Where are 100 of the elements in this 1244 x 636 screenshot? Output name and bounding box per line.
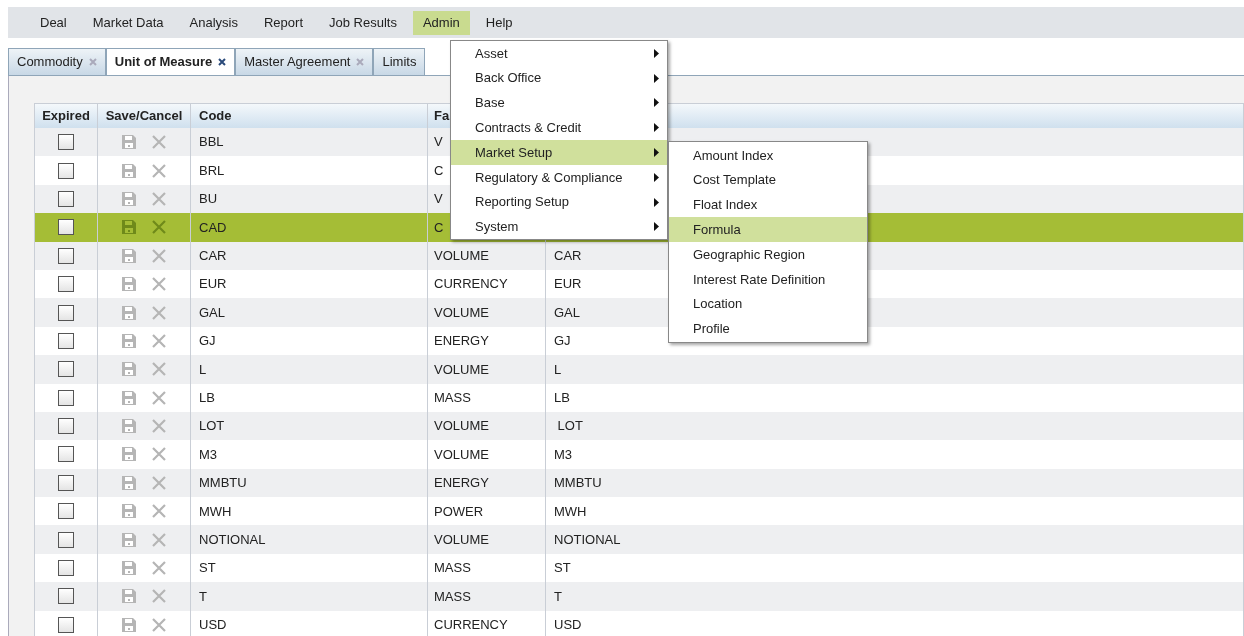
cancel-icon[interactable] [151,190,167,207]
table-row[interactable]: L VOLUME L [35,355,1243,384]
submenu-arrow-icon [654,222,659,232]
table-cell-text: V [434,133,443,152]
table-row[interactable]: MMBTU ENERGY MMBTU [35,468,1243,498]
table-cell-text: MMBTU [554,474,602,493]
table-cell-text: CURRENCY [434,616,508,635]
table-cell-text: VOLUME [434,247,489,265]
table-cell-text: EUR [199,275,227,294]
checkbox[interactable] [58,247,74,264]
menu-bar-item[interactable]: Job Results [319,10,407,35]
menu-bar-item[interactable]: Analysis [179,10,248,35]
menu-item[interactable]: Geographic Region [669,242,867,267]
cancel-icon[interactable] [151,389,167,406]
cancel-icon[interactable] [151,503,167,520]
menu-item[interactable]: Base [451,90,667,116]
table-cell-text: BRL [199,161,225,180]
submenu-arrow-icon [654,73,659,83]
table-cell-text: USD [199,616,227,635]
table-cell-text: GAL [199,303,225,322]
cancel-icon[interactable] [151,531,167,548]
cancel-icon[interactable] [151,332,167,349]
submenu-arrow-icon [654,98,659,108]
table-row[interactable]: NOTIONAL VOLUME NOTIONAL [35,525,1243,554]
table-cell-text: MASS [434,388,471,407]
menu-bar-item[interactable]: Market Data [82,10,174,35]
table-cell-text: MASS [434,559,471,578]
table-cell-text: LOT [556,417,583,436]
checkbox[interactable] [58,503,74,520]
menu-bar-item[interactable]: Report [254,10,313,35]
checkbox[interactable] [58,389,74,406]
tab[interactable]: Unit of Measure [105,48,236,75]
table-cell-text: CAR [199,247,227,265]
checkbox[interactable] [58,190,74,207]
checkbox[interactable] [58,276,74,293]
checkbox[interactable] [58,588,74,605]
submenu-arrow-icon [654,48,659,58]
menu-bar-item[interactable]: Help [475,10,523,35]
cancel-icon[interactable] [151,219,167,236]
table-cell-text: L [554,360,562,379]
cancel-icon[interactable] [151,304,167,321]
menu-item[interactable]: Market Setup [451,140,667,165]
cancel-icon[interactable] [151,474,167,491]
menu-item[interactable]: Back Office [451,65,667,91]
cancel-icon[interactable] [151,616,167,633]
table-cell-text: MMBTU [199,474,247,493]
cancel-icon[interactable] [151,361,167,378]
menu-item[interactable]: Cost Template [669,167,867,193]
checkbox[interactable] [58,560,74,577]
table-cell-text: GJ [199,332,216,351]
checkbox[interactable] [58,446,74,463]
menu-bar-item[interactable]: Deal [30,10,77,35]
checkbox[interactable] [58,474,74,491]
table-cell-text: M3 [199,445,218,464]
table-cell-text: GJ [554,332,571,351]
table-cell-text: MWH [199,502,232,521]
table-cell-text: GAL [554,303,580,322]
checkbox[interactable] [58,418,74,435]
checkbox[interactable] [58,134,74,151]
table-cell-text: VOLUME [434,530,489,549]
menu-item[interactable]: Amount Index [669,143,867,168]
close-icon[interactable] [218,58,227,66]
checkbox[interactable] [58,162,74,179]
menu-item[interactable]: Contracts & Credit [451,115,667,141]
table-row[interactable]: LOT VOLUME LOT [35,411,1243,441]
menu-item[interactable]: System [451,214,667,240]
tab[interactable]: Limits [373,48,426,75]
table-cell-text: C [434,218,444,237]
menu-item[interactable]: Float Index [669,192,867,218]
checkbox[interactable] [58,531,74,548]
tab[interactable]: Master Agreement [235,48,374,75]
cancel-icon[interactable] [151,162,167,179]
table-cell-text: EUR [554,275,582,294]
cancel-icon[interactable] [151,560,167,577]
menu-item[interactable]: Formula [669,217,867,243]
checkbox[interactable] [58,219,74,236]
checkbox[interactable] [58,332,74,349]
table-cell-text: POWER [434,502,484,521]
cancel-icon[interactable] [151,247,167,264]
table-cell-text: MWH [554,502,587,521]
menu-item[interactable]: Regulatory & Compliance [451,165,667,190]
table-cell-text: C [434,161,444,180]
menu-item[interactable]: Reporting Setup [451,189,667,215]
table-cell-text: LB [554,388,570,407]
checkbox[interactable] [58,616,74,633]
cancel-icon[interactable] [151,588,167,605]
checkbox[interactable] [58,361,74,378]
table-cell-text: ST [199,559,216,578]
table-row[interactable]: T MASS T [35,582,1243,611]
cancel-icon[interactable] [151,134,167,151]
checkbox[interactable] [58,304,74,321]
table-cell-text: VOLUME [434,303,489,322]
table-cell-text: T [199,587,207,606]
menu-bar-item[interactable]: Admin [412,10,470,35]
cancel-icon[interactable] [151,418,167,435]
menu-item[interactable]: Interest Rate Definition [669,267,867,292]
tab[interactable]: Commodity [8,48,106,75]
cancel-icon[interactable] [151,276,167,293]
menu-item[interactable]: Asset [451,41,667,66]
cancel-icon[interactable] [151,446,167,463]
